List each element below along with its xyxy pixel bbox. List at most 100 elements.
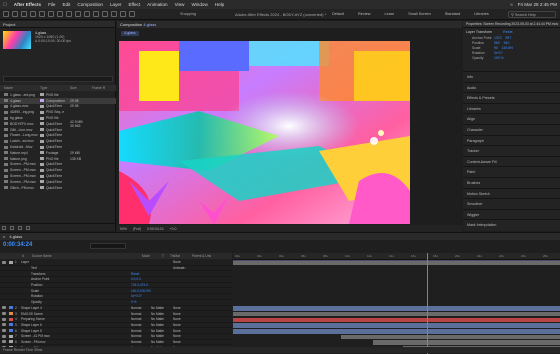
visibility-eye-icon[interactable]: [2, 329, 6, 333]
layer-parent[interactable]: None: [173, 260, 195, 264]
layer-label-color[interactable]: [9, 340, 13, 344]
panel-header[interactable]: Tracker: [463, 145, 560, 156]
tab-composition[interactable]: Composition 4-glass: [120, 22, 156, 27]
roto-tool-icon[interactable]: [120, 11, 126, 17]
clock[interactable]: Fri Mar 28 2:45 PM: [518, 2, 557, 7]
label-color-swatch[interactable]: [40, 151, 44, 155]
layer-parent[interactable]: Animate:: [173, 266, 195, 270]
timeline-search-input[interactable]: [90, 243, 126, 249]
panel-header[interactable]: Paragraph: [463, 134, 560, 146]
layer-track-matte[interactable]: No Matte: [151, 312, 173, 316]
shape-tool-icon[interactable]: [66, 11, 72, 17]
menu-help[interactable]: Help: [215, 2, 224, 7]
trash-icon[interactable]: [26, 226, 30, 230]
label-color-swatch[interactable]: [40, 157, 44, 161]
col-frame-rate[interactable]: Frame R: [92, 85, 105, 91]
layer-parent[interactable]: None: [173, 329, 195, 333]
panel-header[interactable]: Info: [463, 71, 560, 82]
visibility-eye-icon[interactable]: [2, 340, 6, 344]
layer-label-color[interactable]: [9, 317, 13, 321]
layer-label-color[interactable]: [9, 301, 13, 304]
label-color-swatch[interactable]: [40, 99, 44, 103]
brush-tool-icon[interactable]: [93, 11, 99, 17]
panel-header[interactable]: Motion Sketch: [463, 187, 560, 199]
wifi-icon[interactable]: ≈: [510, 2, 513, 7]
col-name[interactable]: Name: [0, 85, 40, 91]
pan-behind-tool-icon[interactable]: [57, 11, 63, 17]
panel-header[interactable]: Brushes: [463, 176, 560, 188]
project-search-input[interactable]: [3, 76, 113, 82]
layer-mode[interactable]: Normal: [131, 334, 151, 338]
project-item-row[interactable]: Glitch...PM.mov QuickTime: [0, 185, 116, 191]
comp-preview-image[interactable]: [119, 41, 410, 224]
layer-name[interactable]: Scale: [21, 289, 71, 293]
layer-transform-section[interactable]: Layer Transform Reset: [466, 30, 557, 34]
label-color-swatch[interactable]: [40, 110, 44, 114]
current-time-display[interactable]: 0:00:04:24: [147, 227, 164, 231]
layer-name[interactable]: Screen ..PM.mov: [21, 340, 71, 344]
layer-name[interactable]: Shape Layer 6: [21, 323, 71, 327]
col-parent[interactable]: Parent & Link: [192, 253, 211, 259]
layer-name[interactable]: EMOJIS Scene: [21, 312, 71, 316]
panel-header[interactable]: Character: [463, 123, 560, 135]
panel-header[interactable]: Smoother: [463, 198, 560, 209]
layer-track-matte[interactable]: No Matte: [151, 329, 173, 333]
layer-duration-bar[interactable]: [233, 317, 560, 323]
layer-parent[interactable]: None: [173, 312, 195, 316]
workspace-review[interactable]: Review: [358, 12, 370, 16]
layer-mode[interactable]: 100.0,100.0%: [131, 289, 151, 293]
menu-file[interactable]: File: [48, 2, 55, 7]
label-color-swatch[interactable]: [40, 128, 44, 132]
label-color-swatch[interactable]: [40, 174, 44, 178]
menu-animation[interactable]: Animation: [147, 2, 167, 7]
layer-name[interactable]: Position: [21, 283, 71, 287]
apple-icon[interactable]: : [3, 2, 7, 8]
visibility-eye-icon[interactable]: [2, 323, 6, 327]
panel-header[interactable]: Audio: [463, 81, 560, 93]
col-source-name[interactable]: Source Name: [32, 253, 142, 259]
property-value-2[interactable]: 119.8%: [502, 46, 513, 51]
panel-header[interactable]: Paint: [463, 166, 560, 177]
tab-timeline-comp[interactable]: 4-glass: [9, 234, 22, 239]
workspace-standard[interactable]: Standard: [445, 12, 460, 16]
layer-label-color[interactable]: [9, 323, 13, 327]
new-folder-icon[interactable]: [10, 226, 14, 230]
visibility-eye-icon[interactable]: [2, 306, 6, 310]
workspace-small-screen[interactable]: Small Screen: [408, 12, 431, 16]
col-type[interactable]: Type: [40, 85, 70, 91]
layer-name[interactable]: Anchor Point: [21, 277, 71, 281]
layer-mode[interactable]: 724.0,474.0: [131, 283, 151, 287]
resolution-select[interactable]: (Full): [133, 227, 141, 231]
close-icon[interactable]: ×: [3, 234, 5, 239]
layer-name[interactable]: Layer: [21, 260, 71, 264]
layer-name[interactable]: Text: [21, 266, 71, 270]
layer-mode[interactable]: Normal: [131, 340, 151, 344]
workspace-learn[interactable]: Learn: [384, 12, 394, 16]
property-value[interactable]: 100 %: [494, 56, 504, 61]
layer-track-matte[interactable]: No Matte: [151, 323, 173, 327]
label-color-swatch[interactable]: [40, 168, 44, 172]
playhead[interactable]: [427, 253, 428, 354]
exposure-value[interactable]: +0.0: [170, 227, 177, 231]
layer-label-color[interactable]: [9, 289, 13, 292]
time-ruler[interactable]: 00s 02s 04s 06s 08s 10s 12s 14s 16s 18s 20s 22s 24s 2…: [233, 253, 560, 260]
snapping-toggle[interactable]: Snapping: [180, 12, 196, 16]
layer-mode[interactable]: Normal: [131, 312, 151, 316]
workspace-default[interactable]: Default: [332, 12, 344, 16]
layer-label-color[interactable]: [9, 267, 13, 270]
label-color-swatch[interactable]: [40, 122, 44, 126]
layer-track-matte[interactable]: No Matte: [151, 334, 173, 338]
tab-project[interactable]: Project: [0, 21, 115, 28]
menu-layer[interactable]: Layer: [110, 2, 122, 7]
layer-duration-bar[interactable]: [373, 340, 560, 345]
layer-name[interactable]: Screen ..41 PM.mov: [21, 334, 71, 338]
layer-duration-bar[interactable]: [233, 323, 560, 328]
layer-mode[interactable]: Normal: [131, 329, 151, 333]
zoom-tool-icon[interactable]: [30, 11, 36, 17]
panel-header[interactable]: Libraries: [463, 102, 560, 114]
type-tool-icon[interactable]: [84, 11, 90, 17]
interpret-footage-icon[interactable]: [2, 226, 6, 230]
label-color-swatch[interactable]: [40, 116, 44, 120]
layer-track-matte[interactable]: No Matte: [151, 306, 173, 310]
layer-duration-bar[interactable]: [341, 334, 560, 340]
